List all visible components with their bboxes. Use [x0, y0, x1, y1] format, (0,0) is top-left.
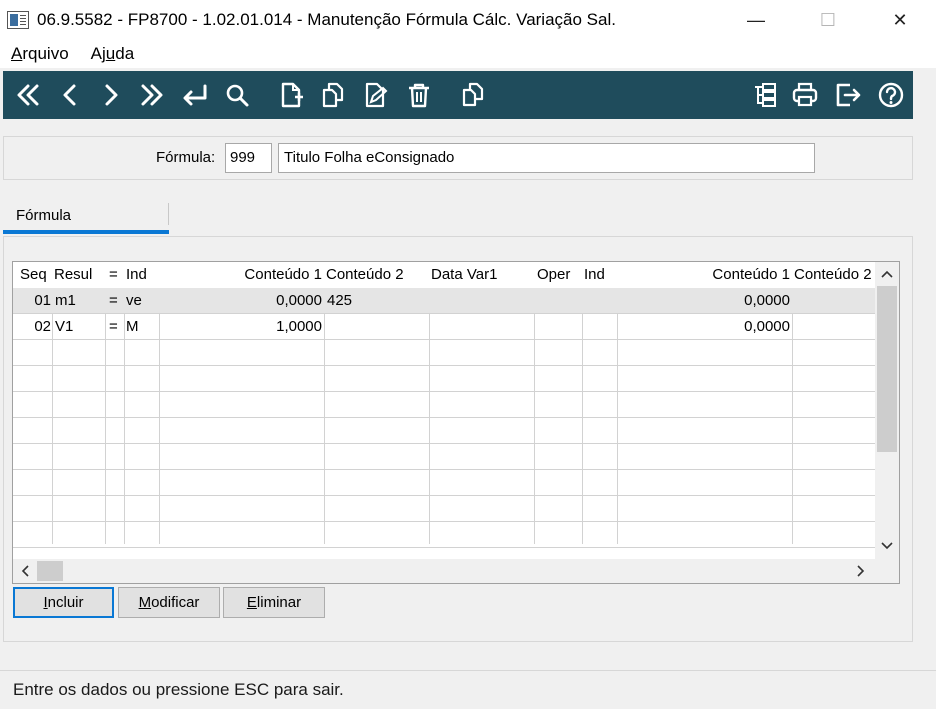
cell-ind2 — [584, 314, 618, 339]
scroll-left-icon[interactable] — [13, 559, 37, 583]
formula-header-panel: Fórmula: 999 Titulo Folha eConsignado — [3, 136, 913, 180]
duplicate-icon[interactable] — [457, 79, 489, 111]
new-document-icon[interactable] — [275, 79, 307, 111]
cell-conteudo1b: 0,0000 — [744, 318, 790, 335]
next-record-icon[interactable] — [95, 79, 127, 111]
previous-record-icon[interactable] — [54, 79, 86, 111]
app-icon — [7, 11, 29, 29]
help-icon[interactable] — [875, 79, 907, 111]
print-icon[interactable] — [789, 79, 821, 111]
cell-data-var1 — [431, 288, 535, 313]
edit-document-icon[interactable] — [360, 79, 392, 111]
window-controls: — ☐ ✕ — [720, 0, 936, 40]
cell-conteudo2b — [794, 288, 875, 313]
last-record-icon[interactable] — [136, 79, 168, 111]
menu-arquivo[interactable]: Arquivo — [0, 44, 80, 64]
header-conteudo2b[interactable]: Conteúdo 2 — [794, 262, 875, 288]
horizontal-scroll-thumb[interactable] — [37, 561, 63, 581]
cell-conteudo2b — [794, 314, 875, 339]
table-row-empty[interactable] — [13, 522, 875, 548]
cell-equals: = — [109, 292, 118, 309]
scroll-down-icon[interactable] — [875, 535, 899, 557]
header-seq[interactable]: Seq — [20, 262, 53, 288]
cell-ind: ve — [126, 292, 142, 309]
cell-seq: 02 — [34, 318, 51, 335]
cell-oper — [537, 288, 583, 313]
cell-conteudo2 — [327, 314, 430, 339]
cell-resul: m1 — [55, 292, 76, 309]
grid-header: Seq Resul = Ind Conteúdo 1 Conteúdo 2 Da… — [13, 262, 875, 288]
incluir-button[interactable]: Incluir — [13, 587, 114, 618]
header-conteudo1b[interactable]: Conteúdo 1 — [618, 262, 792, 288]
cell-conteudo2: 425 — [327, 292, 353, 309]
table-row-empty[interactable] — [13, 418, 875, 444]
cell-seq: 01 — [34, 292, 51, 309]
table-row[interactable]: 01 m1 = ve 0,0000 425 0,0000 — [13, 288, 875, 314]
table-row-empty[interactable] — [13, 340, 875, 366]
formula-code-field[interactable]: 999 — [225, 143, 272, 173]
header-resul[interactable]: Resul — [54, 262, 106, 288]
minimize-button[interactable]: — — [720, 0, 792, 40]
header-equals[interactable]: = — [109, 262, 125, 288]
cell-data-var1 — [431, 314, 535, 339]
scroll-up-icon[interactable] — [875, 263, 899, 285]
search-icon[interactable] — [221, 79, 253, 111]
menu-ajuda[interactable]: Ajuda — [80, 44, 146, 64]
formula-grid[interactable]: Seq Resul = Ind Conteúdo 1 Conteúdo 2 Da… — [12, 261, 900, 584]
horizontal-scrollbar[interactable] — [13, 559, 899, 583]
table-row-empty[interactable] — [13, 444, 875, 470]
delete-icon[interactable] — [403, 79, 435, 111]
tab-separator — [168, 203, 169, 225]
tab-formula-label: Fórmula — [16, 207, 72, 224]
cell-oper — [537, 314, 583, 339]
table-row[interactable]: 02 V1 = M 1,0000 0,0000 — [13, 314, 875, 340]
header-ind[interactable]: Ind — [126, 262, 160, 288]
tree-icon[interactable] — [749, 79, 781, 111]
status-text: Entre os dados ou pressione ESC para sai… — [13, 680, 344, 699]
table-row-empty[interactable] — [13, 366, 875, 392]
vertical-scroll-thumb[interactable] — [877, 286, 897, 452]
header-conteudo1[interactable]: Conteúdo 1 — [160, 262, 324, 288]
cell-ind: M — [126, 318, 139, 335]
scroll-right-icon[interactable] — [849, 559, 873, 583]
formula-description-field[interactable]: Titulo Folha eConsignado — [278, 143, 815, 173]
header-conteudo2[interactable]: Conteúdo 2 — [326, 262, 430, 288]
cell-conteudo1b: 0,0000 — [744, 292, 790, 309]
cell-equals: = — [109, 318, 118, 335]
formula-label: Fórmula: — [156, 149, 216, 166]
header-data-var1[interactable]: Data Var1 — [431, 262, 535, 288]
modificar-button[interactable]: Modificar — [118, 587, 220, 618]
window-title: 06.9.5582 - FP8700 - 1.02.01.014 - Manut… — [37, 10, 616, 29]
copy-document-icon[interactable] — [317, 79, 349, 111]
tab-active-indicator — [3, 230, 169, 234]
toolbar — [3, 71, 913, 119]
eliminar-button[interactable]: Eliminar — [223, 587, 325, 618]
header-oper[interactable]: Oper — [537, 262, 583, 288]
maximize-button[interactable]: ☐ — [792, 0, 864, 40]
return-icon[interactable] — [179, 79, 211, 111]
menu-bar: Arquivo Ajuda — [0, 40, 936, 68]
close-button[interactable]: ✕ — [864, 0, 936, 40]
table-row-empty[interactable] — [13, 470, 875, 496]
table-row-empty[interactable] — [13, 496, 875, 522]
app-window: 06.9.5582 - FP8700 - 1.02.01.014 - Manut… — [0, 0, 936, 709]
cell-resul: V1 — [55, 318, 74, 335]
title-bar: 06.9.5582 - FP8700 - 1.02.01.014 - Manut… — [0, 0, 936, 40]
status-bar: Entre os dados ou pressione ESC para sai… — [0, 670, 936, 709]
table-row-empty[interactable] — [13, 392, 875, 418]
tab-formula[interactable]: Fórmula — [3, 200, 169, 234]
cell-conteudo1: 1,0000 — [276, 318, 322, 335]
vertical-scrollbar[interactable] — [875, 262, 899, 561]
first-record-icon[interactable] — [12, 79, 44, 111]
cell-ind2 — [584, 288, 618, 313]
cell-conteudo1: 0,0000 — [276, 292, 322, 309]
exit-icon[interactable] — [832, 79, 864, 111]
header-ind2[interactable]: Ind — [584, 262, 618, 288]
